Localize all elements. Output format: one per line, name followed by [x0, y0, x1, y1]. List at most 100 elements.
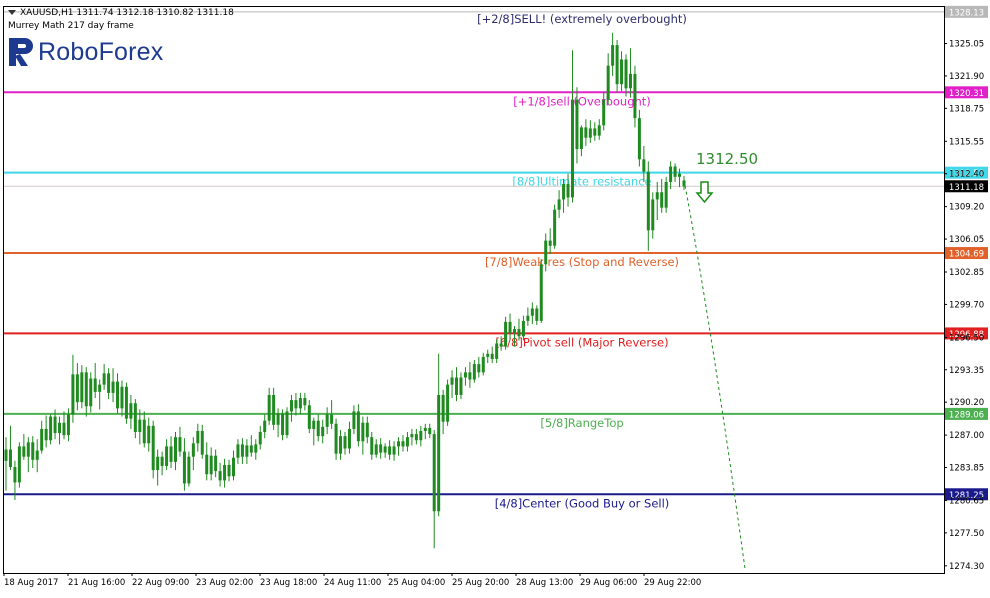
candle-body	[562, 184, 566, 200]
candle-body	[624, 59, 628, 89]
candle-body	[437, 394, 441, 512]
candle-body	[40, 428, 44, 451]
candle-body	[285, 411, 289, 436]
y-tick-label: 1325.05	[949, 40, 984, 50]
candle-body	[486, 353, 490, 357]
symbol-ohlc-text: XAUUSD,H1 1311.74 1312.18 1310.82 1311.1…	[20, 8, 234, 18]
candle-body	[13, 467, 17, 483]
candle-body	[187, 456, 191, 484]
candle-body	[205, 454, 209, 475]
chart-svg: [+2/8]SELL! (extremely overbought) 1328.1…	[3, 5, 988, 588]
candle-body	[133, 403, 137, 433]
x-tick-label: 24 Aug 11:00	[324, 578, 381, 588]
candle-body	[325, 414, 329, 427]
candle-body	[263, 420, 267, 433]
candle-body	[526, 315, 530, 321]
candle-body	[298, 398, 302, 409]
candle-body	[521, 320, 525, 337]
down-arrow-icon	[695, 181, 714, 204]
candle-body	[200, 430, 204, 455]
candle-body	[191, 443, 195, 457]
candle-body	[499, 343, 503, 347]
level-label: [4/8]Center (Good Buy or Sell)	[495, 496, 670, 510]
candle-body	[303, 398, 307, 406]
candle-body	[102, 373, 106, 385]
candle-body	[513, 329, 516, 334]
y-tick-label: 1306.05	[949, 235, 984, 245]
candle-body	[388, 446, 392, 455]
candle-body	[441, 394, 445, 422]
candle-body	[356, 411, 360, 442]
candle-body	[615, 45, 619, 85]
x-tick-label: 22 Aug 09:00	[132, 578, 189, 588]
candle-body	[450, 377, 454, 385]
candle-body	[66, 414, 70, 436]
candle-body	[419, 430, 423, 441]
candle-body	[566, 184, 570, 198]
candle-body	[539, 264, 543, 321]
candle-body	[71, 374, 75, 415]
candle-body	[374, 444, 378, 455]
candle-body	[463, 372, 467, 378]
candle-body	[160, 456, 164, 466]
x-tick-label: 21 Aug 16:00	[68, 578, 125, 588]
candle-body	[58, 422, 62, 434]
candle-body	[107, 373, 111, 393]
candle-body	[428, 427, 432, 435]
candle-body	[401, 441, 405, 447]
candle-body	[620, 59, 624, 85]
candle-body	[147, 425, 151, 444]
y-tick-label: 1302.85	[949, 268, 984, 278]
candle-body	[455, 377, 459, 395]
candle-body	[17, 446, 21, 483]
y-tick-label: 1321.90	[949, 72, 984, 82]
y-tick-label: 1309.20	[949, 203, 984, 213]
collapse-triangle-icon[interactable]	[8, 10, 16, 15]
x-axis: 18 Aug 2017 21 Aug 16:00 22 Aug 09:00 23 Au…	[3, 573, 701, 588]
candle-body	[312, 420, 316, 429]
candle-body	[575, 99, 579, 150]
candle-body	[124, 386, 128, 419]
candle-body	[111, 381, 115, 393]
symbol-header: XAUUSD,H1 1311.74 1312.18 1310.82 1311.1…	[8, 8, 234, 18]
candle-body	[53, 416, 57, 434]
candle-body	[459, 377, 463, 395]
candle-body	[339, 436, 343, 454]
candle-body	[490, 353, 494, 359]
candle-body	[138, 419, 142, 433]
y-tick-label: 1290.20	[949, 398, 984, 408]
candle-body	[508, 321, 512, 334]
candle-body	[218, 471, 222, 481]
candle-body	[432, 434, 436, 512]
forecast-line	[683, 179, 746, 569]
level-price-tag-text: 1320.31	[949, 89, 984, 99]
candle-body	[383, 446, 387, 453]
current-price-tag-text: 1311.18	[949, 183, 984, 193]
candle-body	[477, 364, 481, 373]
candle-body	[227, 464, 231, 477]
y-tick-label: 1312.40	[949, 170, 984, 180]
candle-body	[165, 446, 169, 466]
candle-body	[89, 378, 93, 407]
candle-body	[142, 419, 146, 444]
level-price-tag-text: 1304.69	[949, 250, 984, 260]
candle-body	[116, 381, 120, 409]
indicator-name: Murrey Math 217 day frame	[8, 21, 134, 31]
candle-body	[468, 372, 472, 380]
candle-body	[651, 199, 655, 231]
candle-body	[495, 343, 499, 359]
candle-body	[196, 430, 200, 444]
candle-body	[4, 449, 8, 461]
y-tick-label: 1283.85	[949, 464, 984, 474]
candle-body	[209, 455, 213, 475]
candle-body	[236, 444, 240, 458]
candle-body	[26, 442, 30, 457]
candle-body	[481, 356, 485, 373]
candle-body	[570, 99, 574, 198]
candle-body	[258, 432, 262, 445]
candle-body	[405, 437, 409, 447]
candle-body	[240, 444, 244, 457]
candle-body	[423, 427, 427, 431]
candle-body	[633, 73, 637, 119]
candle-body	[544, 240, 548, 265]
